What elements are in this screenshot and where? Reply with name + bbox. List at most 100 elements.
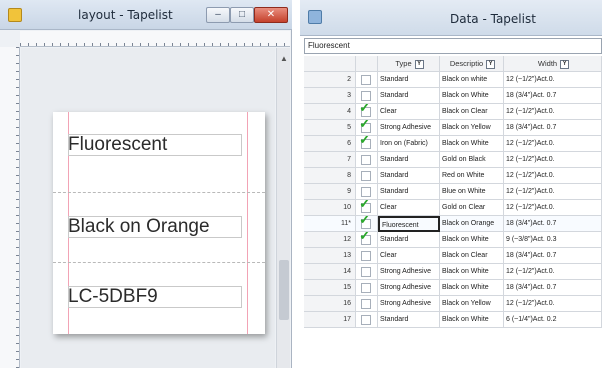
checkbox[interactable] (361, 283, 371, 293)
row-checkbox-cell[interactable] (356, 184, 378, 200)
table-row[interactable]: 14 Strong Adhesive Black on White 12 (~1/2"… (304, 264, 602, 280)
cell-description[interactable]: Black on Yellow (440, 296, 504, 312)
minimize-icon[interactable]: – (206, 7, 230, 23)
table-row[interactable]: 10 ✓ Clear Gold on Clear 12 (~1/2")Act.0. (304, 200, 602, 216)
scrollbar-thumb[interactable] (279, 260, 289, 320)
row-number[interactable]: 7 (304, 152, 356, 168)
label-line-3[interactable]: LC-5DBF9 (68, 286, 158, 308)
row-checkbox-cell[interactable]: ✓ (356, 216, 378, 232)
cell-type[interactable]: Strong Adhesive (378, 296, 440, 312)
cell-width[interactable]: 18 (3/4")Act. 0.7 (504, 120, 602, 136)
label-preview[interactable]: Fluorescent Black on Orange LC-5DBF9 (53, 112, 265, 334)
cell-description[interactable]: Black on White (440, 312, 504, 328)
layout-titlebar[interactable]: layout - Tapelist – □ ✕ (0, 0, 292, 30)
row-number[interactable]: 8 (304, 168, 356, 184)
cell-description[interactable]: Black on Orange (440, 216, 504, 232)
row-number[interactable]: 13 (304, 248, 356, 264)
checkbox[interactable] (361, 75, 371, 85)
table-row[interactable]: 16 Strong Adhesive Black on Yellow 12 (~1/2… (304, 296, 602, 312)
column-header-width[interactable]: Width Y (504, 56, 602, 72)
checkbox[interactable] (361, 187, 371, 197)
checkbox[interactable] (361, 91, 371, 101)
cell-type[interactable]: Clear (378, 248, 440, 264)
cell-edit-field[interactable]: Fluorescent (304, 38, 602, 54)
cell-type[interactable]: Standard (378, 152, 440, 168)
check-column-header[interactable] (356, 56, 378, 72)
cell-type[interactable]: Strong Adhesive (378, 120, 440, 136)
row-checkbox-cell[interactable] (356, 88, 378, 104)
cell-type[interactable]: Standard (378, 184, 440, 200)
checkbox[interactable] (361, 315, 371, 325)
checkbox[interactable] (361, 171, 371, 181)
row-number[interactable]: 9 (304, 184, 356, 200)
row-checkbox-cell[interactable] (356, 264, 378, 280)
cell-width[interactable]: 9 (~3/8")Act. 0.3 (504, 232, 602, 248)
row-checkbox-cell[interactable] (356, 248, 378, 264)
cell-width[interactable]: 12 (~1/2")Act.0. (504, 104, 602, 120)
cell-width[interactable]: 12 (~1/2")Act.0. (504, 296, 602, 312)
cell-type[interactable]: Clear (378, 104, 440, 120)
row-checkbox-cell[interactable]: ✓ (356, 200, 378, 216)
table-row[interactable]: 11* ✓ Fluorescent Black on Orange 18 (3/4")A… (304, 216, 602, 232)
row-number[interactable]: 14 (304, 264, 356, 280)
cell-description[interactable]: Black on White (440, 88, 504, 104)
row-number[interactable]: 15 (304, 280, 356, 296)
row-number[interactable]: 2 (304, 72, 356, 88)
row-number[interactable]: 4 (304, 104, 356, 120)
cell-description[interactable]: Red on White (440, 168, 504, 184)
cell-width[interactable]: 18 (3/4")Act. 0.7 (504, 248, 602, 264)
cell-description[interactable]: Blue on White (440, 184, 504, 200)
row-number[interactable]: 11* (304, 216, 356, 232)
row-number[interactable]: 10 (304, 200, 356, 216)
row-number[interactable]: 5 (304, 120, 356, 136)
cell-type[interactable]: Fluorescent (378, 216, 440, 232)
table-row[interactable]: 15 Strong Adhesive Black on White 18 (3/4")… (304, 280, 602, 296)
cell-width[interactable]: 6 (~1/4")Act. 0.2 (504, 312, 602, 328)
table-row[interactable]: 2 Standard Black on white 12 (~1/2")Act.0. (304, 72, 602, 88)
cell-width[interactable]: 18 (3/4")Act. 0.7 (504, 216, 602, 232)
cell-width[interactable]: 12 (~1/2")Act.0. (504, 136, 602, 152)
cell-description[interactable]: Black on white (440, 72, 504, 88)
checkbox[interactable] (361, 299, 371, 309)
label-line-2[interactable]: Black on Orange (68, 216, 210, 238)
cell-type[interactable]: Standard (378, 72, 440, 88)
row-checkbox-cell[interactable]: ✓ (356, 104, 378, 120)
row-number[interactable]: 3 (304, 88, 356, 104)
row-checkbox-cell[interactable]: ✓ (356, 232, 378, 248)
row-checkbox-cell[interactable] (356, 72, 378, 88)
table-row[interactable]: 17 Standard Black on White 6 (~1/4")Act. 0.… (304, 312, 602, 328)
cell-description[interactable]: Gold on Black (440, 152, 504, 168)
column-header-type[interactable]: Type Y (378, 56, 440, 72)
cell-description[interactable]: Black on Clear (440, 104, 504, 120)
column-header-description[interactable]: Descriptio Y (440, 56, 504, 72)
cell-description[interactable]: Black on White (440, 232, 504, 248)
cell-width[interactable]: 12 (~1/2")Act.0. (504, 168, 602, 184)
cell-width[interactable]: 12 (~1/2")Act.0. (504, 72, 602, 88)
cell-type[interactable]: Clear (378, 200, 440, 216)
filter-icon[interactable]: Y (414, 59, 424, 69)
row-number[interactable]: 6 (304, 136, 356, 152)
layout-scrollbar[interactable]: ▲ (276, 48, 290, 368)
cell-description[interactable]: Gold on Clear (440, 200, 504, 216)
cell-width[interactable]: 18 (3/4")Act. 0.7 (504, 280, 602, 296)
cell-width[interactable]: 12 (~1/2")Act.0. (504, 264, 602, 280)
row-checkbox-cell[interactable] (356, 296, 378, 312)
table-row[interactable]: 13 Clear Black on Clear 18 (3/4")Act. 0.7 (304, 248, 602, 264)
table-row[interactable]: 4 ✓ Clear Black on Clear 12 (~1/2")Act.0. (304, 104, 602, 120)
cell-width[interactable]: 18 (3/4")Act. 0.7 (504, 88, 602, 104)
row-checkbox-cell[interactable] (356, 312, 378, 328)
row-number[interactable]: 17 (304, 312, 356, 328)
table-row[interactable]: 6 ✓ Iron on (Fabric) Black on White 12 (~1/2… (304, 136, 602, 152)
checkbox[interactable] (361, 267, 371, 277)
cell-width[interactable]: 12 (~1/2")Act.0. (504, 152, 602, 168)
row-number[interactable]: 12 (304, 232, 356, 248)
cell-description[interactable]: Black on White (440, 264, 504, 280)
table-row[interactable]: 8 Standard Red on White 12 (~1/2")Act.0. (304, 168, 602, 184)
table-row[interactable]: 12 ✓ Standard Black on White 9 (~3/8")Act. 0… (304, 232, 602, 248)
cell-type[interactable]: Iron on (Fabric) (378, 136, 440, 152)
cell-type[interactable]: Strong Adhesive (378, 280, 440, 296)
table-row[interactable]: 7 Standard Gold on Black 12 (~1/2")Act.0. (304, 152, 602, 168)
row-checkbox-cell[interactable]: ✓ (356, 136, 378, 152)
row-checkbox-cell[interactable]: ✓ (356, 120, 378, 136)
cell-description[interactable]: Black on Yellow (440, 120, 504, 136)
